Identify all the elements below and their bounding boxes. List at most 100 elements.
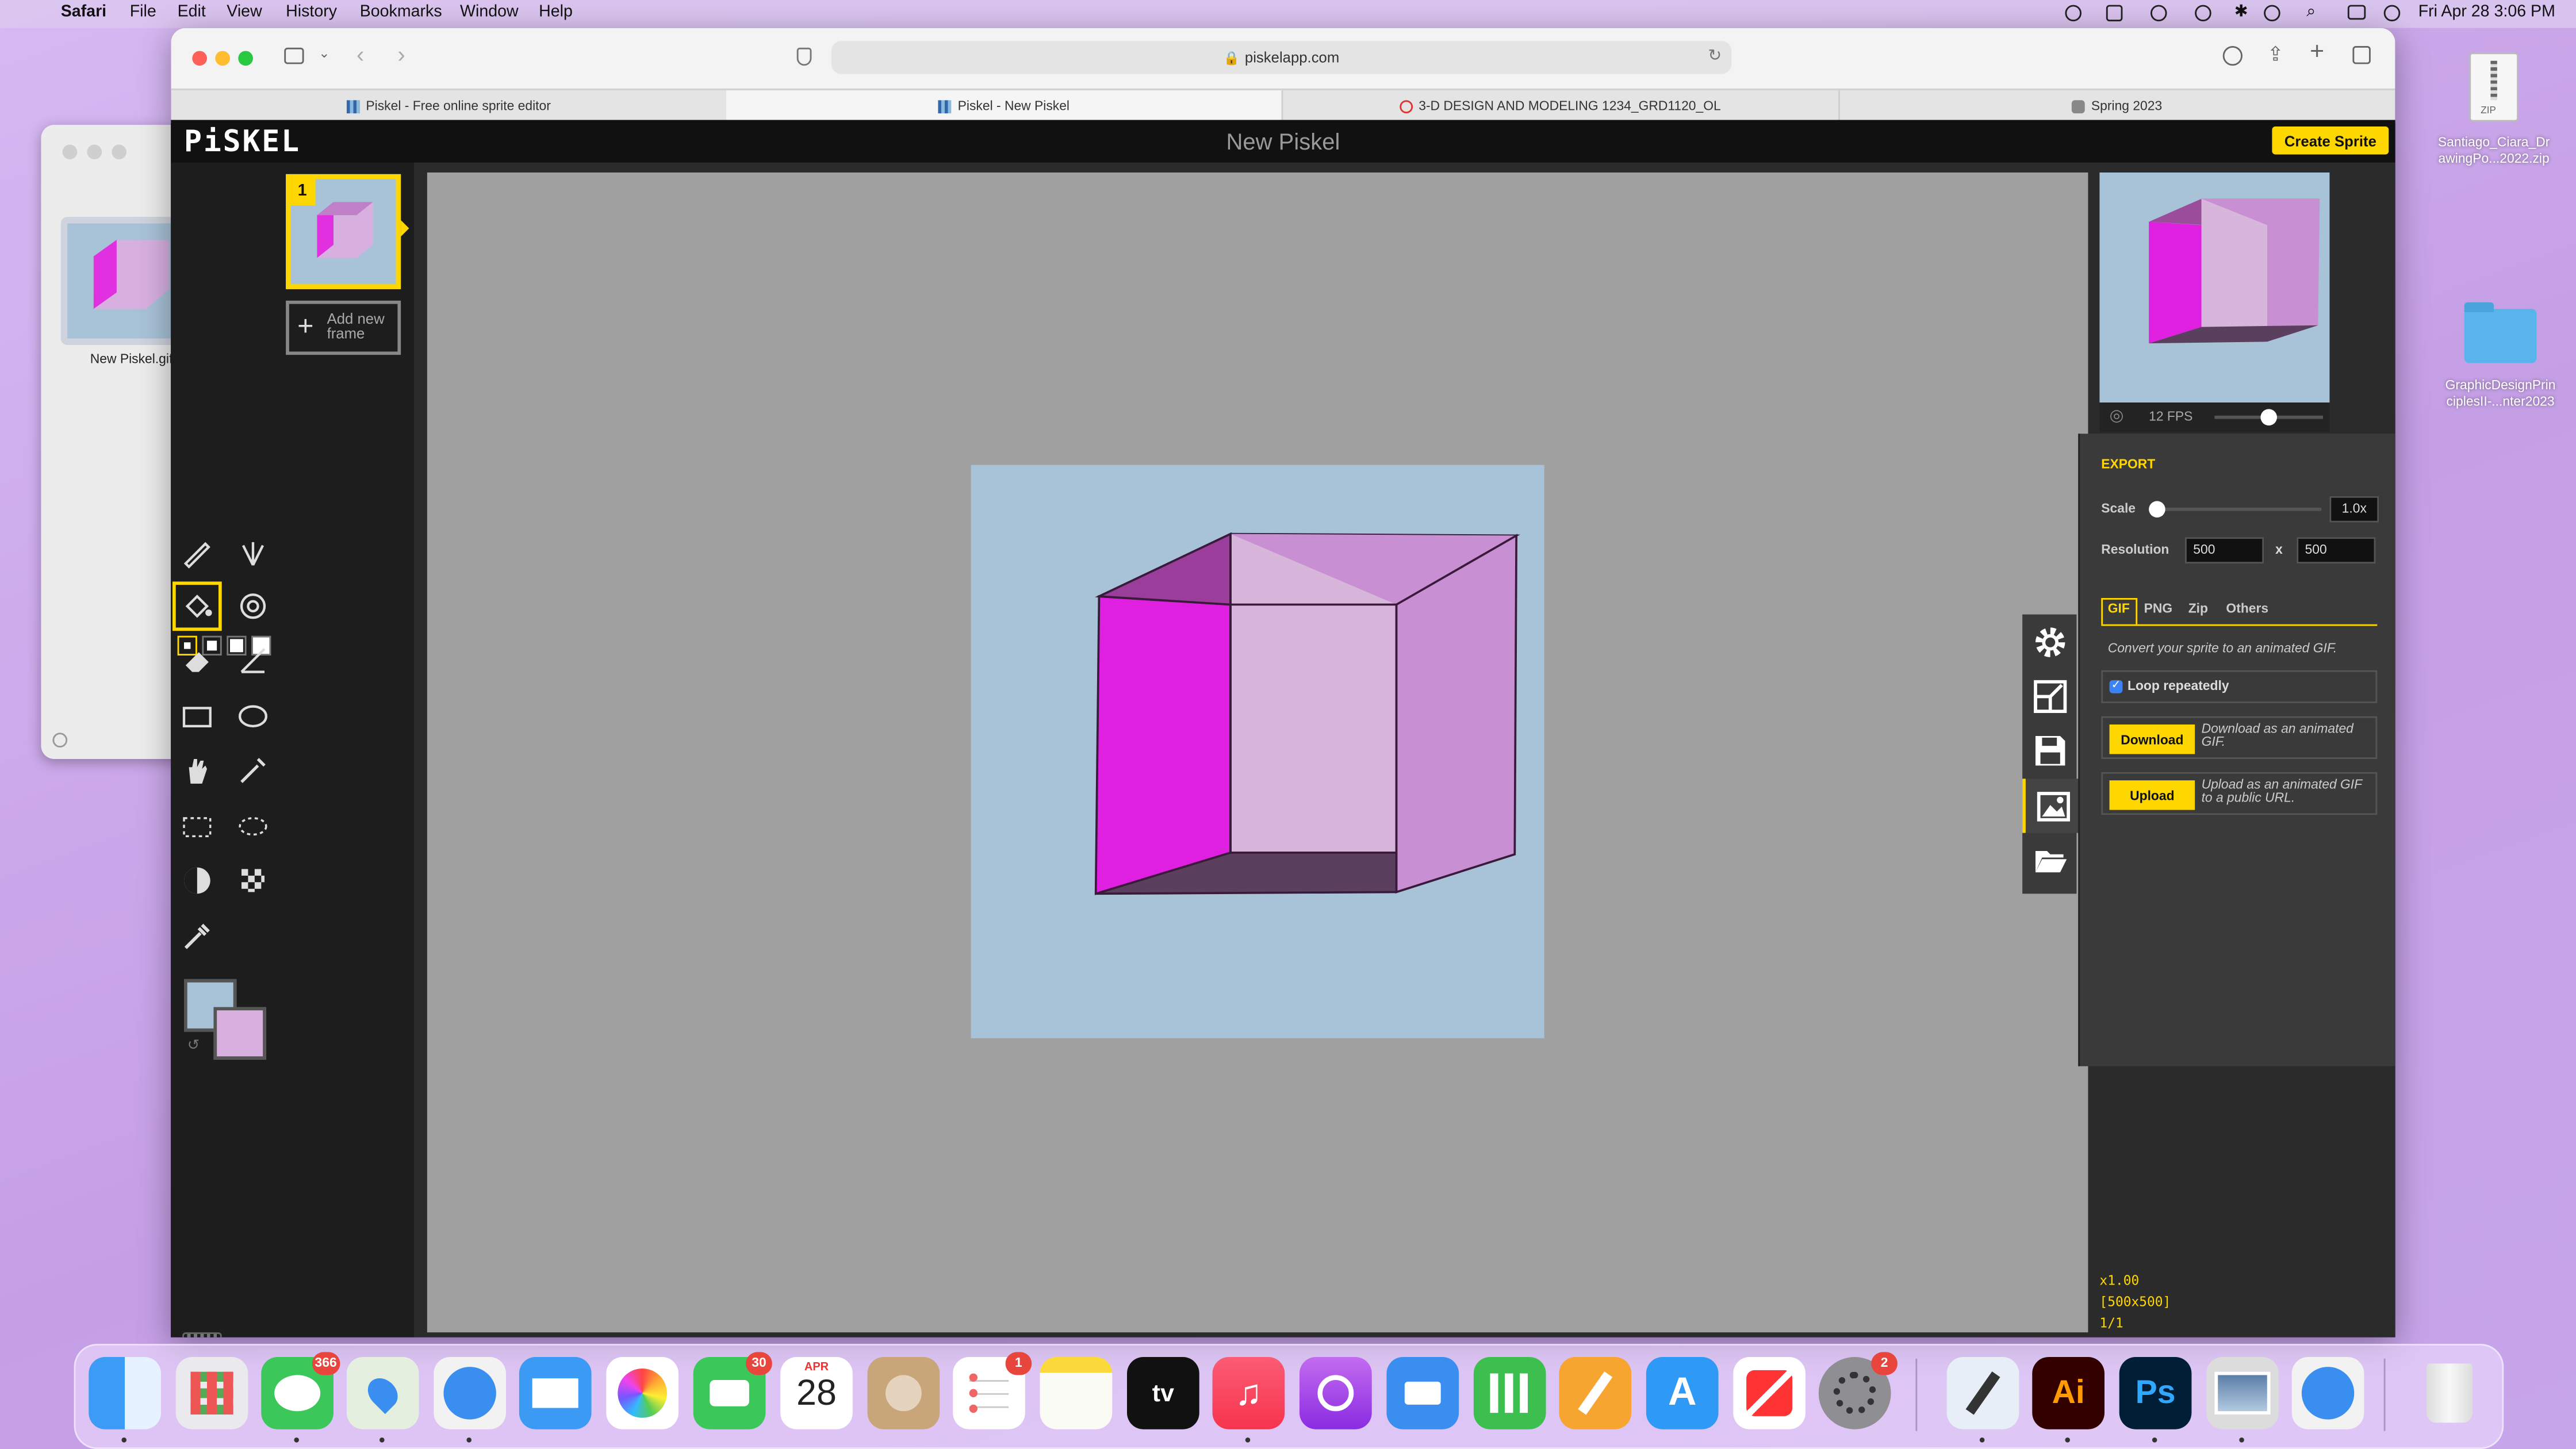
search-icon[interactable]: ⌕ <box>2306 3 2316 21</box>
system-preferences-icon[interactable]: 2 <box>1818 1352 1897 1429</box>
menu-view[interactable]: View <box>227 3 262 21</box>
window-zoom-button[interactable] <box>112 144 126 160</box>
downloads-icon[interactable] <box>2222 46 2242 66</box>
tab-png[interactable]: PNG <box>2144 601 2173 616</box>
tab-gif[interactable]: GIF <box>2108 601 2130 616</box>
lighten-tool-icon[interactable] <box>172 856 222 906</box>
fps-slider-thumb[interactable] <box>2260 409 2277 425</box>
contacts-icon[interactable] <box>867 1357 940 1429</box>
menu-file[interactable]: File <box>130 3 156 21</box>
privacy-shield-icon[interactable] <box>796 47 812 66</box>
mail-icon[interactable] <box>519 1357 592 1429</box>
maps-icon[interactable] <box>346 1357 419 1429</box>
zip-file-label[interactable]: Santiago_Ciara_Dr awingPo...2022.zip <box>2415 135 2573 167</box>
onion-skin-icon[interactable]: ◎ <box>2110 408 2124 425</box>
save-icon[interactable] <box>2022 723 2076 777</box>
chevron-down-icon[interactable]: ⌄ <box>319 46 329 61</box>
dithering-tool-icon[interactable] <box>228 856 278 906</box>
menu-app-name[interactable]: Safari <box>61 3 106 21</box>
paint-same-color-tool-icon[interactable] <box>228 581 278 631</box>
window-close-button[interactable] <box>62 144 78 160</box>
tab-zip[interactable]: Zip <box>2188 601 2208 616</box>
forward-icon[interactable]: › <box>397 41 405 67</box>
menu-edit[interactable]: Edit <box>178 3 206 21</box>
play-icon[interactable] <box>2264 5 2280 22</box>
extension-icon[interactable] <box>2106 5 2123 22</box>
window-minimize-button[interactable] <box>87 144 102 160</box>
calendar-icon[interactable]: APR 28 <box>780 1357 853 1429</box>
creative-cloud-icon[interactable] <box>2150 5 2167 22</box>
pages-icon[interactable] <box>1559 1357 1632 1429</box>
reminders-icon[interactable]: 1 <box>953 1352 1032 1429</box>
shape-selection-tool-icon[interactable] <box>228 746 278 795</box>
safari-web-app-icon[interactable] <box>2291 1357 2364 1429</box>
menu-help[interactable]: Help <box>539 3 573 21</box>
height-input[interactable]: 500 <box>2297 537 2376 564</box>
fps-slider[interactable] <box>2214 409 2323 425</box>
download-button[interactable]: Download <box>2109 724 2195 754</box>
menu-window[interactable]: Window <box>460 3 519 21</box>
pen-tool-icon[interactable] <box>172 527 222 577</box>
add-frame-button[interactable]: + Add new frame <box>286 300 401 355</box>
paint-bucket-tool-icon[interactable] <box>172 581 222 631</box>
rectangle-selection-tool-icon[interactable] <box>172 802 222 851</box>
keyboard-shortcuts-icon[interactable] <box>182 1332 222 1337</box>
eraser-tool-icon[interactable] <box>172 636 222 685</box>
finder-icon[interactable] <box>89 1357 161 1429</box>
apple-tv-icon[interactable]: tv <box>1127 1357 1199 1429</box>
safari-icon[interactable] <box>434 1357 506 1429</box>
share-icon[interactable]: ⇪ <box>2267 43 2284 66</box>
reload-icon[interactable]: ↻ <box>1708 48 1722 66</box>
tab-spring-2023[interactable]: Spring 2023 <box>1838 90 2395 121</box>
url-text[interactable]: piskelapp.com <box>1245 49 1339 66</box>
color-picker-tool-icon[interactable] <box>172 912 222 961</box>
scale-slider-thumb[interactable] <box>2149 501 2165 518</box>
loop-label[interactable]: Loop repeatedly <box>2128 678 2229 693</box>
scale-slider[interactable] <box>2149 501 2322 518</box>
finder-window[interactable]: New Piskel.gif <box>41 125 193 760</box>
photoshop-icon[interactable]: Ps <box>2119 1357 2192 1429</box>
gear-icon[interactable] <box>2022 615 2076 669</box>
address-bar[interactable]: 🔒 piskelapp.com ↻ <box>831 41 1732 74</box>
secondary-color-swatch[interactable] <box>213 1007 266 1060</box>
open-folder-icon[interactable] <box>2022 833 2076 887</box>
window-zoom-button[interactable] <box>238 51 253 66</box>
width-input[interactable]: 500 <box>2185 537 2264 564</box>
control-center-icon[interactable] <box>2347 5 2366 20</box>
window-close-button[interactable] <box>192 51 207 66</box>
folder-icon[interactable] <box>2464 302 2537 363</box>
add-icon[interactable] <box>52 733 68 747</box>
resize-icon[interactable] <box>2022 669 2076 723</box>
zip-file-icon[interactable]: ZIP <box>2469 52 2518 122</box>
menu-bookmarks[interactable]: Bookmarks <box>360 3 442 21</box>
tab-piskel-new[interactable]: Piskel - New Piskel <box>726 90 1283 122</box>
textedit-icon[interactable] <box>1946 1357 2019 1429</box>
bluetooth-icon[interactable]: ✱ <box>2234 3 2248 21</box>
rectangle-tool-icon[interactable] <box>172 692 222 741</box>
clock[interactable]: Fri Apr 28 3:06 PM <box>2418 3 2555 21</box>
app-store-icon[interactable]: A <box>1646 1357 1719 1429</box>
sprite-canvas[interactable] <box>971 465 1544 1038</box>
messages-icon[interactable]: 366 <box>261 1352 340 1429</box>
create-sprite-button[interactable]: Create Sprite <box>2272 126 2389 155</box>
numbers-icon[interactable] <box>1473 1357 1546 1429</box>
export-image-icon[interactable] <box>2022 779 2080 833</box>
window-minimize-button[interactable] <box>215 51 230 66</box>
keynote-icon[interactable] <box>1386 1357 1459 1429</box>
upload-button[interactable]: Upload <box>2109 780 2195 810</box>
tab-others[interactable]: Others <box>2226 601 2268 616</box>
swap-colors-icon[interactable]: ↺ <box>187 1037 200 1055</box>
mirror-pen-tool-icon[interactable] <box>228 527 278 577</box>
sync-icon[interactable] <box>2195 5 2211 22</box>
podcasts-icon[interactable] <box>1300 1357 1372 1429</box>
siri-icon[interactable] <box>2383 5 2401 22</box>
trash-icon[interactable] <box>2413 1357 2486 1429</box>
animation-preview[interactable] <box>2099 172 2330 402</box>
grammarly-icon[interactable] <box>2065 5 2082 22</box>
menu-history[interactable]: History <box>286 3 337 21</box>
news-icon[interactable] <box>1733 1357 1805 1429</box>
preview-app-icon[interactable] <box>2206 1357 2279 1429</box>
stroke-tool-icon[interactable] <box>228 636 278 685</box>
folder-label[interactable]: GraphicDesignPrin ciplesII-...nter2023 <box>2415 378 2576 411</box>
lasso-selection-tool-icon[interactable] <box>228 802 278 851</box>
